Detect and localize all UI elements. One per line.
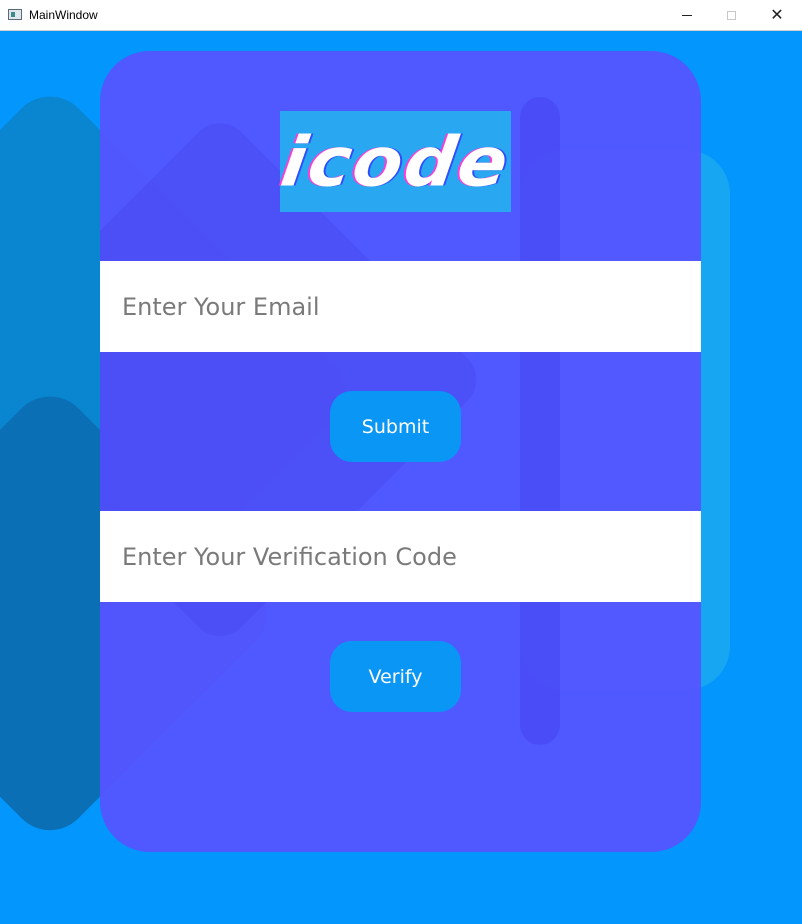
verify-button[interactable]: Verify bbox=[330, 641, 461, 712]
close-icon: ✕ bbox=[770, 5, 784, 24]
window-title: MainWindow bbox=[29, 8, 98, 22]
maximize-button[interactable] bbox=[708, 0, 754, 30]
title-bar: MainWindow ✕ bbox=[0, 0, 802, 31]
minimize-icon bbox=[682, 14, 692, 16]
email-placeholder: Enter Your Email bbox=[122, 292, 320, 321]
submit-button[interactable]: Submit bbox=[330, 391, 461, 462]
maximize-icon bbox=[726, 10, 736, 20]
app-window-icon bbox=[8, 9, 22, 20]
login-panel: icode Enter Your Email Submit Enter Your… bbox=[100, 51, 701, 852]
logo-text: icode bbox=[276, 121, 515, 202]
close-button[interactable]: ✕ bbox=[754, 0, 800, 30]
panel-decoration-bar bbox=[520, 97, 560, 745]
verification-code-placeholder: Enter Your Verification Code bbox=[122, 542, 457, 571]
email-input[interactable]: Enter Your Email bbox=[100, 261, 701, 352]
verification-code-input[interactable]: Enter Your Verification Code bbox=[100, 511, 701, 602]
minimize-button[interactable] bbox=[664, 0, 710, 30]
icode-logo: icode bbox=[276, 111, 515, 212]
